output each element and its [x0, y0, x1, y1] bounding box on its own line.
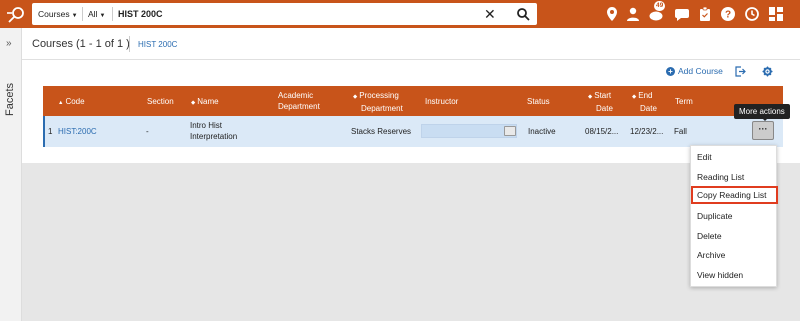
help-icon[interactable]: ?: [720, 6, 736, 22]
column-header-status[interactable]: Status: [527, 96, 550, 107]
column-label: Start: [594, 91, 612, 100]
table-header: ▲ Code Section ◆ Name Academic Department ◆…: [43, 86, 783, 116]
sort-icon: ◆: [353, 94, 358, 100]
column-header-code[interactable]: ▲ Code: [58, 96, 85, 109]
menu-item-copy-reading-list[interactable]: Copy Reading List: [691, 186, 778, 204]
logo-icon[interactable]: [6, 5, 26, 23]
facets-sidebar[interactable]: » Facets: [0, 28, 22, 321]
export-icon[interactable]: [735, 66, 746, 77]
clipboard-icon[interactable]: [697, 6, 713, 22]
divider: [112, 7, 113, 21]
name-line: Interpretation: [190, 132, 238, 141]
sort-icon: ◆: [632, 94, 637, 100]
menu-item-reading-list[interactable]: Reading List: [691, 168, 778, 186]
contact-card-icon[interactable]: [504, 126, 516, 136]
name-cell: Intro Hist Interpretation: [190, 120, 237, 142]
clear-icon[interactable]: ✕: [484, 3, 496, 25]
column-header-section[interactable]: Section: [147, 96, 174, 107]
search-icon[interactable]: [516, 7, 530, 21]
column-header-instructor[interactable]: Instructor: [425, 96, 458, 107]
menu-item-edit[interactable]: Edit: [691, 148, 778, 166]
sort-icon: ◆: [191, 100, 196, 106]
page-header: Courses (1 - 1 of 1 ) HIST 200C: [22, 28, 800, 60]
sort-up-icon: ▲: [58, 100, 64, 106]
column-header-name[interactable]: ◆ Name: [191, 96, 219, 109]
results-panel: + Add Course ▲ Code Section ◆ Name Academic…: [22, 60, 800, 163]
column-label: Date: [640, 104, 657, 113]
section-cell: -: [146, 127, 149, 136]
breadcrumb[interactable]: HIST 200C: [138, 40, 177, 49]
column-header-academic-department[interactable]: Academic Department: [278, 90, 320, 112]
column-label: Department: [278, 102, 320, 111]
user-icon[interactable]: [625, 6, 641, 22]
search-bar: Courses ▼ All ▼ HIST 200C ✕: [32, 3, 537, 25]
apps-icon[interactable]: [768, 6, 784, 22]
column-label: Name: [197, 97, 219, 106]
more-actions-button[interactable]: ···: [752, 121, 774, 140]
history-icon[interactable]: [744, 6, 760, 22]
course-code-link[interactable]: HIST:200C: [58, 126, 97, 137]
search-input[interactable]: HIST 200C: [118, 3, 163, 25]
column-label: Processing: [359, 91, 399, 100]
term-cell: Fall: [674, 127, 687, 136]
column-header-start-date[interactable]: ◆ Start Date: [588, 90, 613, 114]
search-scope-dropdown[interactable]: Courses ▼: [38, 3, 78, 25]
divider: [129, 36, 130, 52]
instructor-field[interactable]: [421, 124, 517, 138]
end-date-cell: 12/23/2...: [630, 127, 664, 136]
location-icon[interactable]: [604, 6, 620, 22]
tooltip-arrow: [761, 117, 769, 121]
divider: [82, 7, 83, 21]
column-header-end-date[interactable]: ◆ End Date: [632, 90, 657, 114]
search-scope-label: Courses: [38, 9, 70, 19]
chevron-down-icon: ▼: [71, 13, 78, 19]
menu-item-delete[interactable]: Delete: [691, 227, 778, 245]
top-bar: Courses ▼ All ▼ HIST 200C ✕ 49 ?: [0, 0, 800, 28]
menu-item-archive[interactable]: Archive: [691, 246, 778, 264]
start-date-cell: 08/15/2...: [585, 127, 619, 136]
page-title: Courses (1 - 1 of 1 ): [32, 38, 130, 50]
column-header-term[interactable]: Term: [675, 96, 693, 107]
column-label: End: [638, 91, 653, 100]
row-actions-menu: Edit Reading List Copy Reading List Dupl…: [690, 145, 778, 287]
menu-item-duplicate[interactable]: Duplicate: [691, 207, 778, 225]
column-header-processing-department[interactable]: ◆ Processing Department: [353, 90, 403, 114]
column-label: Department: [361, 104, 403, 113]
chevron-down-icon: ▼: [99, 13, 106, 19]
add-course-label: Add Course: [678, 66, 723, 76]
name-line: Intro Hist: [190, 121, 223, 130]
table-row[interactable]: 1 HIST:200C - Intro Hist Interpretation S…: [43, 116, 783, 147]
search-filter-dropdown[interactable]: All ▼: [88, 3, 105, 25]
search-filter-label: All: [88, 9, 98, 19]
sort-icon: ◆: [588, 94, 593, 100]
status-cell: Inactive: [528, 127, 556, 136]
column-label: Code: [65, 97, 85, 106]
plus-icon: +: [666, 67, 675, 76]
gear-icon[interactable]: [762, 66, 773, 77]
svg-text:?: ?: [725, 10, 731, 21]
chat-icon[interactable]: [674, 6, 690, 22]
facets-label: Facets: [4, 82, 16, 116]
add-course-button[interactable]: + Add Course: [666, 66, 723, 76]
column-label: Date: [596, 104, 613, 113]
menu-item-view-hidden[interactable]: View hidden: [691, 266, 778, 284]
notification-badge: 49: [654, 1, 666, 11]
chevron-double-right-icon[interactable]: »: [6, 38, 12, 49]
processing-department-cell: Stacks Reserves: [351, 127, 412, 136]
column-label: Academic: [278, 91, 314, 100]
row-index: 1: [48, 127, 53, 136]
